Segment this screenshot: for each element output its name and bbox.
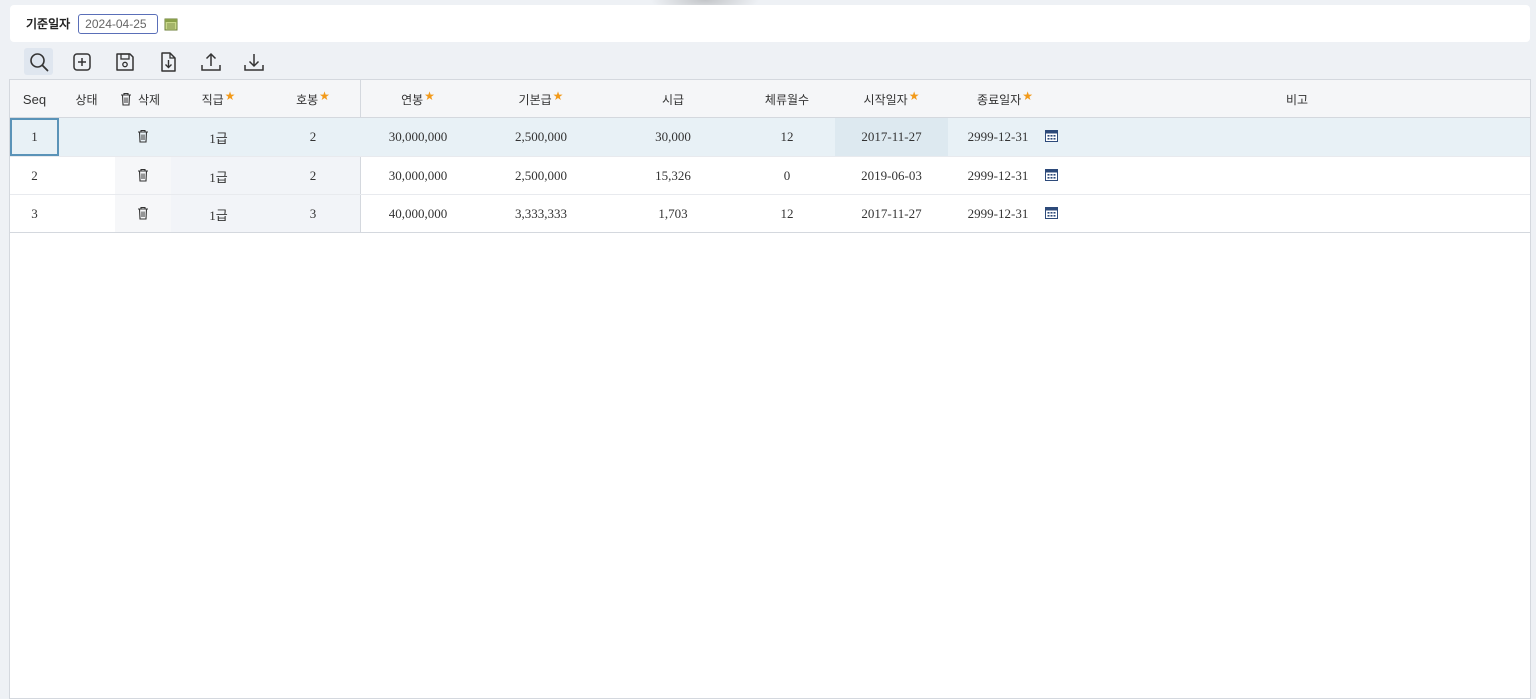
cell-status[interactable] (64, 195, 109, 233)
row-delete-button[interactable] (115, 157, 171, 195)
cell-status[interactable] (64, 118, 109, 156)
table-row[interactable]: 3 1급 3 40,000,000 3,333,333 1,703 12 201… (10, 195, 1530, 233)
base-date-input[interactable] (78, 13, 159, 34)
col-header-months[interactable]: 체류월수 (739, 80, 835, 118)
calendar-icon (1044, 168, 1058, 184)
cell-end-date[interactable]: 2999-12-31 (948, 157, 1048, 195)
cell-base-pay[interactable]: 2,500,000 (475, 157, 607, 195)
cell-months[interactable]: 0 (739, 157, 835, 195)
cell-start-date[interactable]: 2017-11-27 (835, 195, 948, 233)
required-star-icon: ★ (224, 89, 236, 103)
calendar-icon[interactable] (164, 17, 178, 31)
required-star-icon: ★ (908, 89, 920, 103)
plus-square-icon (72, 52, 91, 71)
cell-months[interactable]: 12 (739, 118, 835, 156)
col-header-start-date-label: 시작일자 (863, 92, 908, 107)
trash-icon (120, 92, 132, 106)
cell-note[interactable] (1062, 195, 1532, 233)
file-download-icon (160, 51, 176, 72)
col-header-grade[interactable]: 직급 ★ (171, 80, 266, 118)
col-header-end-date-label: 종료일자 (977, 92, 1022, 107)
col-header-note[interactable]: 비고 (1062, 80, 1532, 118)
trash-icon (137, 168, 149, 185)
filter-bar: 기준일자 (10, 5, 1530, 42)
base-date-label: 기준일자 (26, 17, 71, 31)
col-header-grade-label: 직급 (201, 92, 224, 107)
cell-step[interactable]: 3 (266, 195, 360, 233)
cell-hourly-wage[interactable]: 1,703 (607, 195, 739, 233)
upload-icon (200, 52, 221, 71)
search-icon (29, 52, 48, 71)
required-star-icon: ★ (424, 89, 435, 103)
cell-hourly-wage[interactable]: 15,326 (607, 157, 739, 195)
cell-annual-salary[interactable]: 30,000,000 (361, 157, 475, 195)
required-star-icon: ★ (1022, 89, 1033, 103)
cell-status[interactable] (64, 157, 109, 195)
cell-step[interactable]: 2 (266, 157, 360, 195)
col-header-annual-salary-label: 연봉 (401, 92, 424, 107)
required-star-icon: ★ (552, 89, 564, 103)
download-icon (243, 53, 264, 71)
cell-end-date[interactable]: 2999-12-31 (948, 118, 1048, 156)
cell-start-date[interactable]: 2019-06-03 (835, 157, 948, 195)
end-date-calendar-button[interactable] (1041, 195, 1061, 233)
save-button[interactable] (110, 48, 139, 75)
col-header-base-pay-label: 기본급 (518, 92, 552, 107)
cell-grade[interactable]: 1급 (171, 195, 266, 233)
calendar-icon (1044, 206, 1058, 222)
grid-header: Seq 상태 삭제 직급 ★ 호봉 ★ 연봉 ★ 기본급 ★ 시급 체류월수 시작일자 ★… (10, 80, 1530, 118)
cell-months[interactable]: 12 (739, 195, 835, 233)
cell-hourly-wage[interactable]: 30,000 (607, 118, 739, 156)
col-header-step-label: 호봉 (296, 92, 319, 107)
cell-annual-salary[interactable]: 40,000,000 (361, 195, 475, 233)
table-row[interactable]: 1 1급 2 30,000,000 2,500,000 30,000 12 20… (10, 118, 1530, 156)
col-header-delete[interactable]: 삭제 (112, 80, 168, 118)
file-download-button[interactable] (153, 48, 182, 75)
download-button[interactable] (239, 48, 268, 75)
cell-base-pay[interactable]: 3,333,333 (475, 195, 607, 233)
cell-note[interactable] (1062, 118, 1532, 156)
col-header-annual-salary[interactable]: 연봉 ★ (361, 80, 475, 118)
focused-cell-outline (10, 118, 59, 156)
add-button[interactable] (67, 48, 96, 75)
col-header-seq[interactable]: Seq (10, 80, 59, 118)
end-date-calendar-button[interactable] (1041, 157, 1061, 195)
calendar-icon (1044, 129, 1058, 145)
end-date-calendar-button[interactable] (1041, 118, 1061, 156)
row-delete-button[interactable] (115, 118, 171, 156)
cell-end-date[interactable]: 2999-12-31 (948, 195, 1048, 233)
cell-annual-salary[interactable]: 30,000,000 (361, 118, 475, 156)
col-header-end-date[interactable]: 종료일자 ★ (948, 80, 1062, 118)
col-header-hourly-wage[interactable]: 시급 (607, 80, 739, 118)
toolbar (24, 48, 268, 76)
cell-note[interactable] (1062, 157, 1532, 195)
required-star-icon: ★ (319, 89, 330, 103)
search-button[interactable] (24, 48, 53, 75)
salary-grid: Seq 상태 삭제 직급 ★ 호봉 ★ 연봉 ★ 기본급 ★ 시급 체류월수 시작일자 ★… (9, 79, 1531, 699)
col-header-status[interactable]: 상태 (64, 80, 109, 118)
col-header-step[interactable]: 호봉 ★ (266, 80, 360, 118)
upload-button[interactable] (196, 48, 225, 75)
row-divider (10, 232, 1530, 233)
cell-start-date[interactable]: 2017-11-27 (835, 118, 948, 156)
row-delete-button[interactable] (115, 195, 171, 233)
cell-base-pay[interactable]: 2,500,000 (475, 118, 607, 156)
cell-seq[interactable]: 3 (10, 195, 59, 233)
save-icon (115, 52, 134, 71)
trash-icon (137, 129, 149, 146)
cell-seq[interactable]: 2 (10, 157, 59, 195)
col-header-delete-label: 삭제 (137, 92, 161, 107)
col-header-start-date[interactable]: 시작일자 ★ (835, 80, 948, 118)
cell-grade[interactable]: 1급 (171, 118, 266, 156)
trash-icon (137, 206, 149, 223)
cell-step[interactable]: 2 (266, 118, 360, 156)
cell-grade[interactable]: 1급 (171, 157, 266, 195)
table-row[interactable]: 2 1급 2 30,000,000 2,500,000 15,326 0 201… (10, 157, 1530, 195)
col-header-base-pay[interactable]: 기본급 ★ (475, 80, 607, 118)
